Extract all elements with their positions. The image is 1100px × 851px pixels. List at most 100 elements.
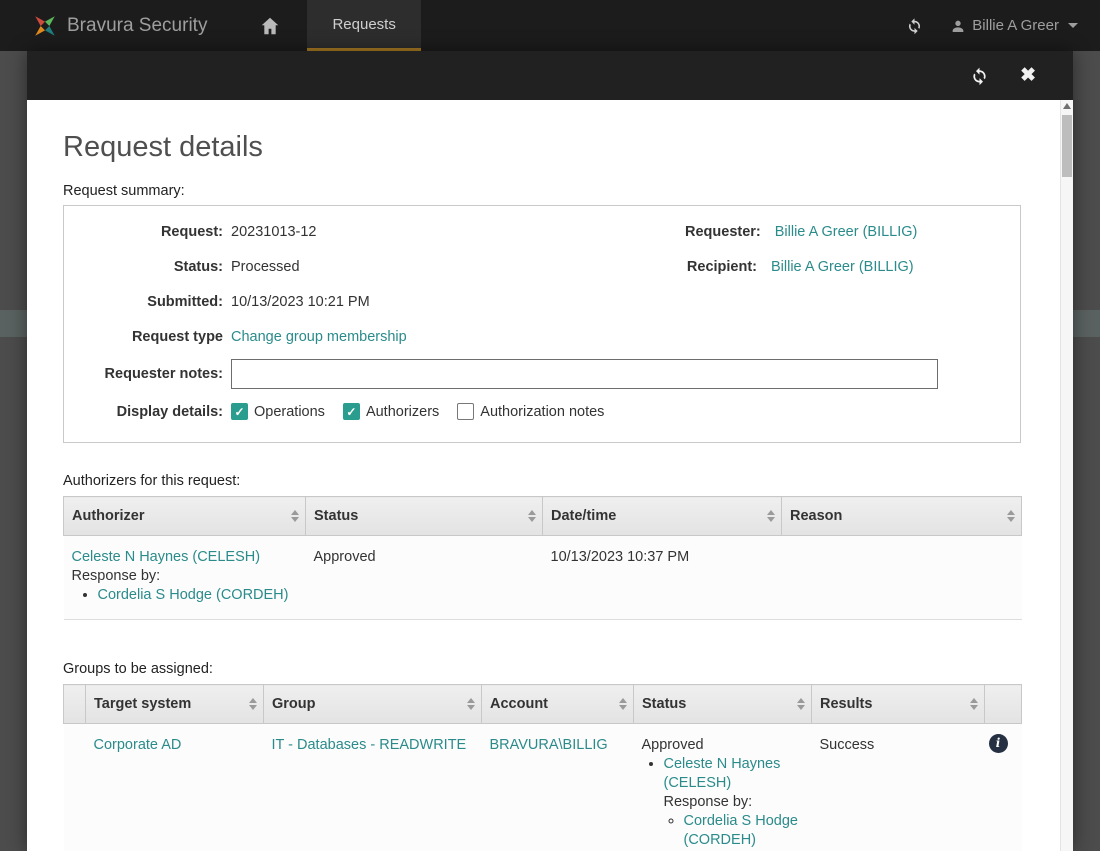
submitted-label: Submitted: — [64, 294, 231, 310]
field-row-request: Request: 20231013-12 Requester: Billie A… — [64, 214, 1006, 249]
request-details-modal: ✖ Request details Request summary: Reque… — [27, 51, 1073, 851]
col-header-datetime[interactable]: Date/time — [543, 497, 782, 536]
groups-section-label: Groups to be assigned: — [63, 661, 1021, 677]
reason-cell — [782, 536, 1022, 620]
authorizer-row: Celeste N Haynes (CELESH) Response by: C… — [64, 536, 1022, 620]
brand-logo-icon — [32, 13, 58, 39]
sort-icon — [970, 698, 978, 710]
list-item: Cordelia S Hodge (CORDEH) — [98, 586, 298, 605]
status-value: Processed — [231, 259, 300, 275]
sort-icon — [767, 510, 775, 522]
sort-icon — [619, 698, 627, 710]
checkbox-authorization-notes[interactable]: Authorization notes — [457, 403, 604, 420]
user-menu[interactable]: Billie A Greer — [950, 17, 1078, 34]
user-icon — [950, 18, 966, 34]
col-header-group[interactable]: Group — [264, 685, 482, 724]
scrollbar-up-button[interactable] — [1061, 103, 1073, 113]
info-icon[interactable]: i — [989, 734, 1008, 753]
col-header-label: Authorizer — [72, 508, 145, 524]
page-root: Bravura Security Requests Billie A Greer — [0, 0, 1100, 851]
chevron-down-icon — [1068, 23, 1078, 28]
status-label: Status: — [64, 259, 231, 275]
top-nav: Bravura Security Requests Billie A Greer — [0, 0, 1100, 51]
checkbox-unchecked-icon[interactable] — [457, 403, 474, 420]
checkbox-checked-icon[interactable]: ✓ — [343, 403, 360, 420]
group-cell: IT - Databases - READWRITE — [264, 724, 482, 851]
recipient-label: Recipient: — [685, 259, 757, 275]
field-row-requester-notes: Requester notes: — [64, 354, 1006, 394]
col-header-label: Date/time — [551, 508, 616, 524]
sort-icon — [467, 698, 475, 710]
checkbox-label: Authorizers — [366, 404, 439, 420]
display-details-label: Display details: — [64, 404, 231, 420]
response-by-label: Response by: — [72, 567, 298, 586]
field-right-recipient: Recipient: Billie A Greer (BILLIG) — [685, 259, 1006, 275]
sort-icon — [1007, 510, 1015, 522]
results-cell: Success — [812, 724, 985, 851]
checkbox-checked-icon[interactable]: ✓ — [231, 403, 248, 420]
modal-body: Request details Request summary: Request… — [27, 100, 1073, 851]
request-summary-label: Request summary: — [63, 183, 1021, 199]
col-header-empty — [64, 685, 86, 724]
requester-link[interactable]: Billie A Greer (BILLIG) — [775, 224, 918, 240]
sort-icon — [528, 510, 536, 522]
request-type-link[interactable]: Change group membership — [231, 329, 407, 345]
account-cell: BRAVURA\BILLIG — [482, 724, 634, 851]
groups-table: Target system Group Account Status Resul… — [63, 684, 1022, 851]
group-status-authorizer-link[interactable]: Celeste N Haynes (CELESH) — [664, 756, 781, 791]
col-header-target-system[interactable]: Target system — [86, 685, 264, 724]
scrollbar-thumb[interactable] — [1062, 115, 1072, 177]
groups-header-row: Target system Group Account Status Resul… — [64, 685, 1022, 724]
col-header-label: Target system — [94, 696, 191, 712]
modal-refresh-button[interactable] — [969, 65, 990, 86]
list-item: Cordelia S Hodge (CORDEH) — [684, 812, 804, 850]
col-header-label: Account — [490, 696, 548, 712]
checkbox-label: Operations — [254, 404, 325, 420]
checkbox-label: Authorization notes — [480, 404, 604, 420]
sort-icon — [249, 698, 257, 710]
col-header-results[interactable]: Results — [812, 685, 985, 724]
sort-icon — [797, 698, 805, 710]
modal-scrollbar[interactable] — [1060, 100, 1073, 851]
target-system-link[interactable]: Corporate AD — [94, 737, 182, 753]
checkbox-authorizers[interactable]: ✓ Authorizers — [343, 403, 439, 420]
modal-header: ✖ — [27, 51, 1073, 100]
request-value: 20231013-12 — [231, 224, 316, 240]
col-header-label: Group — [272, 696, 316, 712]
group-status-value: Approved — [642, 736, 804, 755]
authorizers-header-row: Authorizer Status Date/time Reason — [64, 497, 1022, 536]
row-select-cell — [64, 724, 86, 851]
recipient-link[interactable]: Billie A Greer (BILLIG) — [771, 259, 914, 275]
authorizer-link[interactable]: Celeste N Haynes (CELESH) — [72, 549, 261, 565]
authorizers-table: Authorizer Status Date/time Reason Celes… — [63, 496, 1022, 620]
checkbox-operations[interactable]: ✓ Operations — [231, 403, 325, 420]
col-header-reason[interactable]: Reason — [782, 497, 1022, 536]
submitted-value: 10/13/2023 10:21 PM — [231, 294, 370, 310]
col-header-label: Reason — [790, 508, 842, 524]
modal-close-button[interactable]: ✖ — [1020, 66, 1036, 85]
col-header-account[interactable]: Account — [482, 685, 634, 724]
status-cell: Approved — [306, 536, 543, 620]
col-header-status[interactable]: Status — [634, 685, 812, 724]
field-row-display-details: Display details: ✓ Operations ✓ Authorizers… — [64, 394, 1006, 429]
account-link[interactable]: BRAVURA\BILLIG — [490, 737, 608, 753]
page-title: Request details — [63, 131, 1021, 164]
datetime-cell: 10/13/2023 10:37 PM — [543, 536, 782, 620]
response-by-link[interactable]: Cordelia S Hodge (CORDEH) — [98, 587, 289, 603]
col-header-status[interactable]: Status — [306, 497, 543, 536]
group-row: Corporate AD IT - Databases - READWRITE … — [64, 724, 1022, 851]
tab-requests[interactable]: Requests — [307, 0, 420, 51]
group-link[interactable]: IT - Databases - READWRITE — [272, 737, 467, 753]
list-item: Celeste N Haynes (CELESH) Response by: C… — [664, 755, 804, 850]
request-type-label: Request type — [64, 329, 231, 345]
field-right-requester: Requester: Billie A Greer (BILLIG) — [685, 224, 1006, 240]
col-header-authorizer[interactable]: Authorizer — [64, 497, 306, 536]
group-response-by-link[interactable]: Cordelia S Hodge (CORDEH) — [684, 813, 798, 848]
col-header-label: Status — [642, 696, 686, 712]
brand: Bravura Security — [0, 0, 207, 51]
nav-refresh-button[interactable] — [905, 16, 924, 35]
field-row-status: Status: Processed Recipient: Billie A Gr… — [64, 249, 1006, 284]
requester-notes-input[interactable] — [231, 359, 938, 389]
home-button[interactable] — [241, 0, 299, 51]
col-header-empty — [985, 685, 1022, 724]
